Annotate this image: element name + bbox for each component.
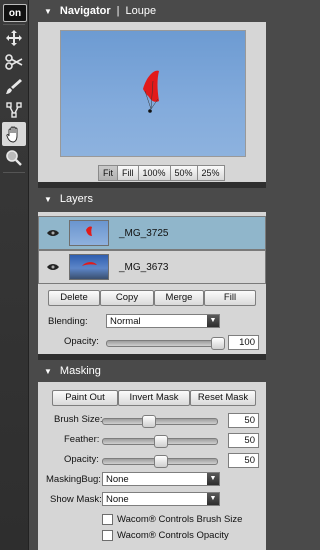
- chevron-down-icon: ▼: [207, 315, 219, 327]
- copy-layer-button[interactable]: Copy: [100, 290, 154, 306]
- slider-knob[interactable]: [154, 435, 168, 448]
- tab-loupe[interactable]: Loupe: [126, 5, 157, 17]
- transform-tool-icon: [6, 102, 22, 118]
- wacom-brush-size-checkbox[interactable]: Wacom® Controls Brush Size: [102, 514, 242, 525]
- navigator-preview[interactable]: [60, 30, 246, 157]
- checkbox[interactable]: [102, 530, 113, 541]
- visibility-eye-icon[interactable]: [47, 229, 59, 237]
- panel-divider: [38, 182, 266, 188]
- merge-layer-button[interactable]: Merge: [154, 290, 204, 306]
- slider-knob[interactable]: [154, 455, 168, 468]
- masking-panel: Paint Out Invert Mask Reset Mask Brush S…: [38, 382, 266, 550]
- blending-select[interactable]: Normal ▼: [106, 314, 220, 328]
- app-logo: on: [3, 4, 27, 22]
- fill-layer-button[interactable]: Fill: [204, 290, 256, 306]
- navigator-header[interactable]: ▼ Navigator | Loupe: [38, 2, 264, 20]
- transform-tool[interactable]: [2, 98, 26, 122]
- navigator-panel: Fit Fill 100% 50% 25%: [38, 22, 266, 182]
- brush-size-value[interactable]: 50: [228, 413, 259, 428]
- delete-layer-button[interactable]: Delete: [48, 290, 100, 306]
- mask-opacity-value[interactable]: 50: [228, 453, 259, 468]
- hand-tool[interactable]: [2, 122, 26, 146]
- paint-out-button[interactable]: Paint Out: [52, 390, 118, 406]
- panel-divider: [38, 354, 266, 360]
- visibility-eye-icon[interactable]: [47, 263, 59, 271]
- layer-name: _MG_3725: [119, 227, 169, 239]
- show-mask-value: None: [106, 494, 129, 505]
- brush-size-label: Brush Size:: [54, 414, 103, 425]
- collapse-triangle-icon[interactable]: ▼: [44, 7, 52, 16]
- checkbox-label: Wacom® Controls Brush Size: [117, 514, 243, 525]
- zoom-50-button[interactable]: 50%: [169, 165, 198, 181]
- move-tool-icon: [6, 30, 22, 46]
- wacom-opacity-checkbox[interactable]: Wacom® Controls Opacity: [102, 530, 229, 541]
- masking-header[interactable]: ▼ Masking: [38, 362, 264, 380]
- layers-panel: _MG_3725 _MG_3673 Delete Copy Merge Fill…: [38, 212, 266, 354]
- brush-tool[interactable]: [2, 74, 26, 98]
- maskingbug-select[interactable]: None ▼: [102, 472, 220, 486]
- zoom-button-group: Fit Fill 100% 50% 25%: [98, 165, 225, 181]
- zoom-fill-button[interactable]: Fill: [117, 165, 139, 181]
- hand-tool-icon: [6, 126, 18, 143]
- feather-label: Feather:: [64, 434, 100, 445]
- zoom-100-button[interactable]: 100%: [137, 165, 171, 181]
- layers-header[interactable]: ▼ Layers: [38, 190, 264, 208]
- move-tool[interactable]: [2, 26, 26, 50]
- layer-name: _MG_3673: [119, 261, 169, 273]
- maskingbug-value: None: [106, 474, 129, 485]
- zoom-fit-button[interactable]: Fit: [98, 165, 118, 181]
- checkbox-label: Wacom® Controls Opacity: [117, 530, 229, 541]
- collapse-triangle-icon[interactable]: ▼: [44, 195, 52, 204]
- scissors-tool-icon: [5, 54, 23, 70]
- brush-tool-icon: [6, 79, 22, 94]
- layers-title: Layers: [59, 193, 93, 205]
- collapse-triangle-icon[interactable]: ▼: [44, 367, 52, 376]
- mask-opacity-label: Opacity:: [64, 454, 99, 465]
- toolbar-divider: [3, 24, 25, 25]
- checkbox[interactable]: [102, 514, 113, 525]
- slider-knob[interactable]: [211, 337, 225, 350]
- blending-label: Blending:: [48, 316, 88, 327]
- feather-value[interactable]: 50: [228, 433, 259, 448]
- toolbar-divider: [3, 172, 25, 173]
- reset-mask-button[interactable]: Reset Mask: [190, 390, 256, 406]
- paraglider-photo: [143, 70, 159, 113]
- cut-tool[interactable]: [2, 50, 26, 74]
- show-mask-label: Show Mask:: [50, 494, 102, 505]
- layer-thumbnail: [69, 220, 109, 246]
- layer-opacity-value[interactable]: 100: [228, 335, 259, 350]
- invert-mask-button[interactable]: Invert Mask: [118, 390, 190, 406]
- zoom-25-button[interactable]: 25%: [196, 165, 225, 181]
- brush-size-slider[interactable]: [102, 415, 218, 428]
- chevron-down-icon: ▼: [207, 493, 219, 505]
- layer-row[interactable]: _MG_3725: [38, 216, 266, 250]
- slider-knob[interactable]: [142, 415, 156, 428]
- tab-navigator[interactable]: Navigator: [60, 5, 111, 17]
- layer-thumbnail: [69, 254, 109, 280]
- layer-opacity-slider[interactable]: [106, 337, 225, 350]
- mask-opacity-slider[interactable]: [102, 455, 218, 468]
- opacity-label: Opacity:: [64, 336, 99, 347]
- show-mask-select[interactable]: None ▼: [102, 492, 220, 506]
- layer-row[interactable]: _MG_3673: [38, 250, 266, 284]
- tab-separator: |: [116, 5, 120, 17]
- maskingbug-label: MaskingBug:: [46, 474, 101, 485]
- feather-slider[interactable]: [102, 435, 218, 448]
- chevron-down-icon: ▼: [207, 473, 219, 485]
- blending-value: Normal: [110, 316, 141, 327]
- tool-palette: on: [0, 0, 29, 550]
- zoom-tool-icon: [6, 150, 22, 166]
- masking-title: Masking: [59, 365, 101, 377]
- zoom-tool[interactable]: [2, 146, 26, 170]
